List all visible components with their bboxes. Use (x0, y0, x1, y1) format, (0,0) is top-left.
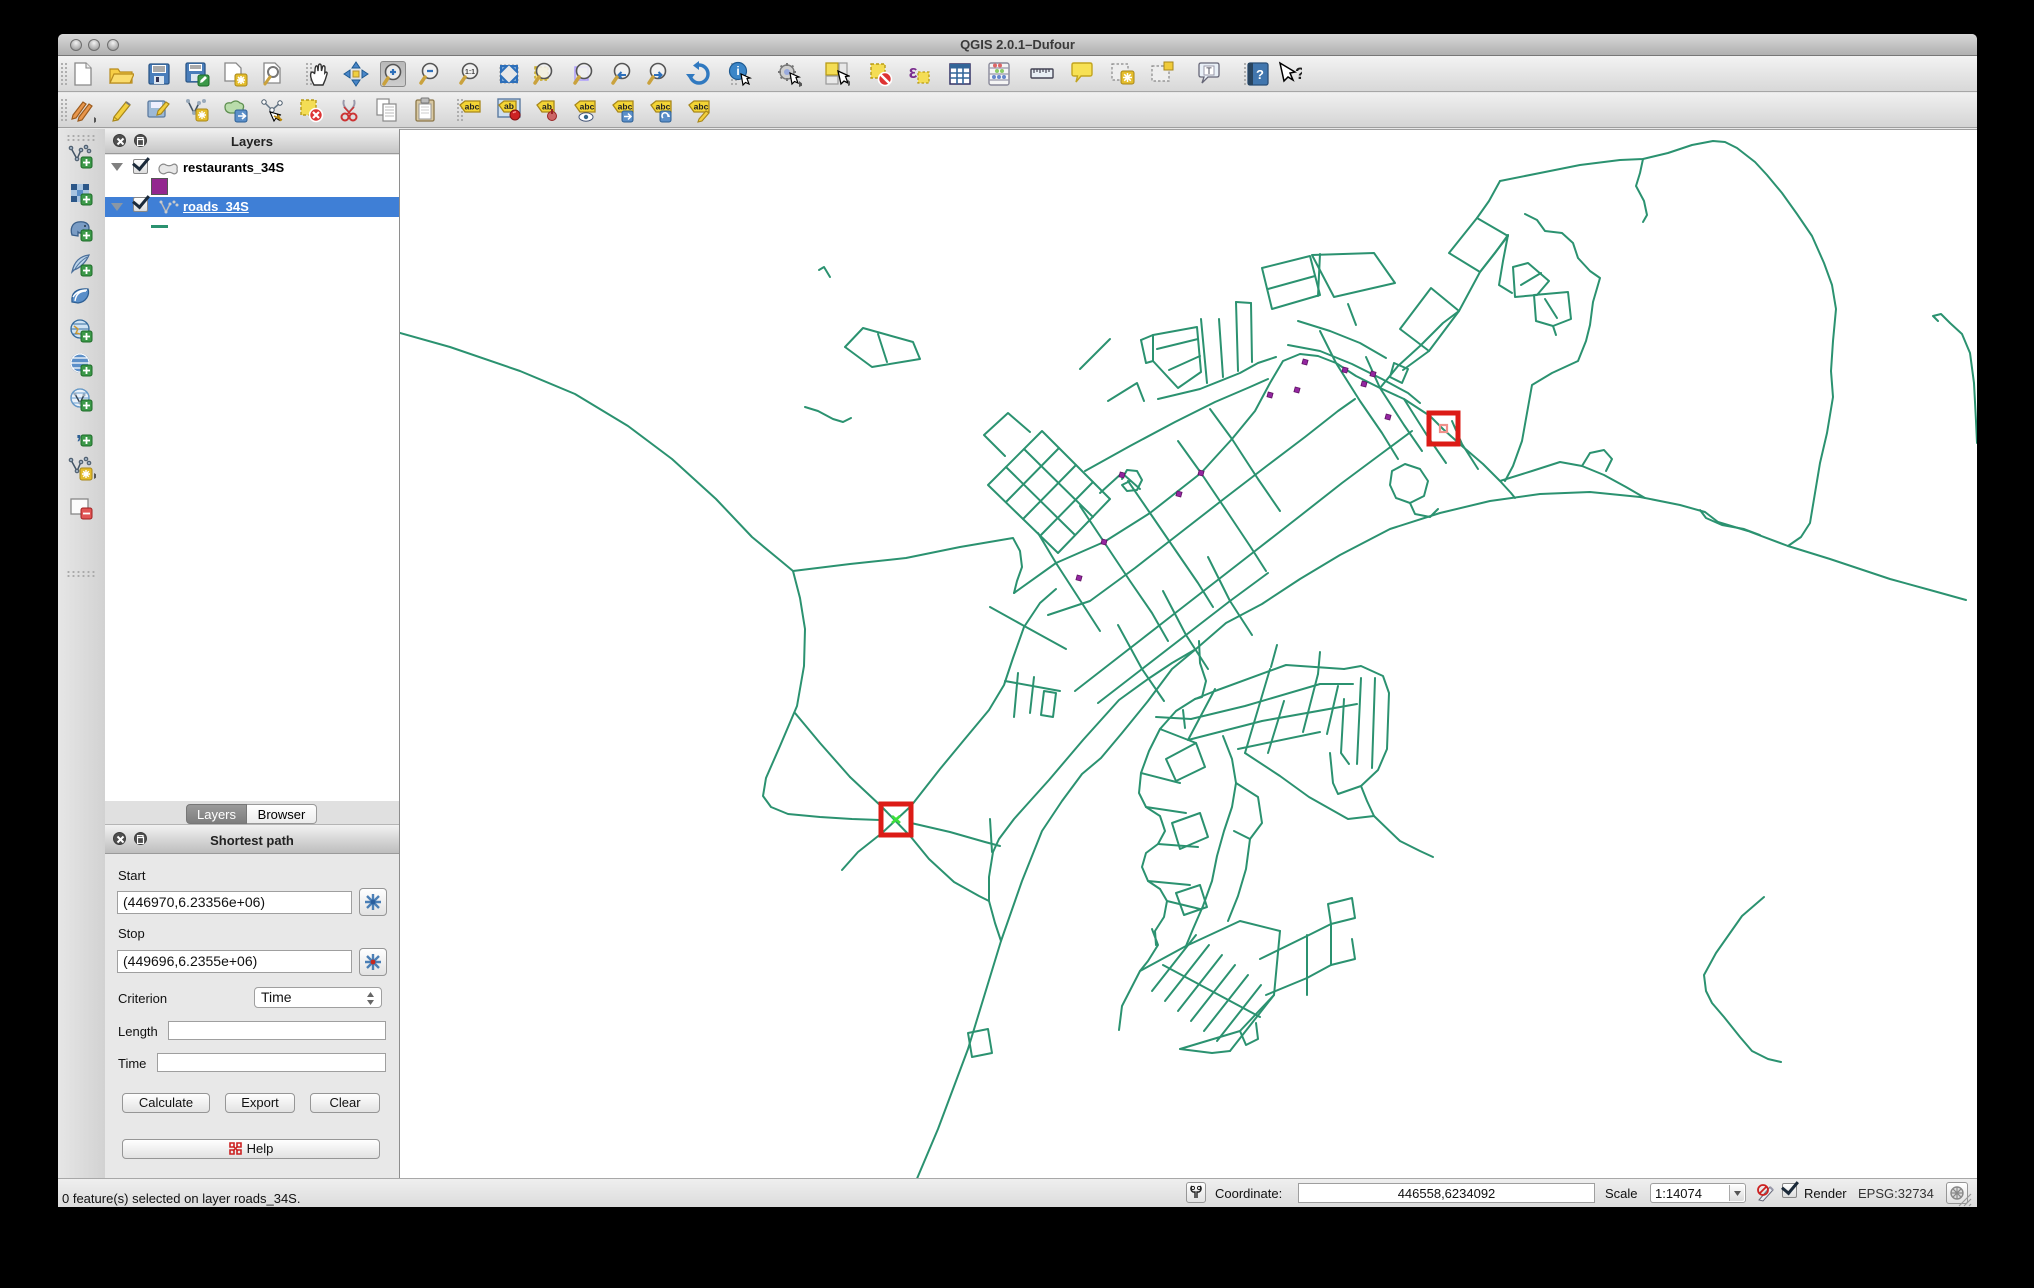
svg-text:abc: abc (656, 102, 671, 112)
svg-text:1:1: 1:1 (465, 69, 475, 76)
svg-text:abc: abc (580, 102, 595, 112)
svg-text:i: i (736, 64, 739, 78)
svg-text:abc: abc (618, 102, 633, 112)
svg-text:ab: ab (542, 102, 552, 112)
svg-text:?: ? (1295, 64, 1302, 83)
svg-text:abc: abc (694, 102, 709, 112)
svg-text:abc: abc (465, 102, 480, 112)
svg-text:ε: ε (909, 62, 918, 82)
svg-text:?: ? (1256, 67, 1264, 82)
svg-text:ab: ab (504, 101, 514, 111)
svg-text:T: T (1206, 66, 1212, 76)
